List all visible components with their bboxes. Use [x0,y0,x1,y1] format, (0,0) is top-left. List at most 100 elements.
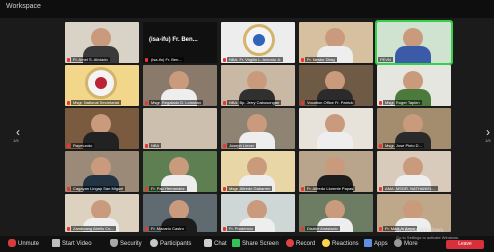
smiley-icon [322,239,330,248]
participant-name: Raymundo [71,143,95,148]
muted-mic-icon [145,227,148,231]
muted-mic-icon [67,144,70,148]
record-button[interactable]: Record [286,238,315,250]
chat-button[interactable]: Chat [204,238,227,250]
participant-name: NBA: Fr. Virgilio L. Antonio Jr. [227,57,284,62]
participant-avatar [247,157,267,177]
participant-avatar [325,71,345,91]
muted-mic-icon [379,101,382,105]
participant-avatar [91,200,111,220]
participant-tile-active-speaker[interactable]: PEVN [375,20,453,65]
participant-name: PEVN [378,57,393,62]
activate-windows-watermark: Activate Windows Go to Settings to activ… [396,228,459,240]
participant-tile[interactable]: Fr. Alfredo Llorente Papas [299,151,373,192]
muted-mic-icon [223,227,226,231]
participant-name: NBA [149,143,162,148]
participant-tile[interactable]: Zamboang Abello Co... [65,194,139,232]
participant-tile[interactable]: Msgr. Regalado D. Lomotan [143,65,217,106]
participant-avatar [403,71,423,91]
unmute-button[interactable]: Unmute [8,238,39,250]
participant-tile[interactable]: Joseph Limon [221,108,295,149]
muted-mic-icon [301,58,304,62]
apps-button[interactable]: Apps [364,238,388,250]
participant-tile[interactable]: Fr. Prudencio [221,194,295,232]
muted-mic-icon [379,187,382,191]
participant-tile[interactable]: Fr. Arnel S. Aliviado [65,22,139,63]
muted-mic-icon [301,227,304,231]
participant-tile[interactable]: Msgr. Roger Taplen [377,65,451,106]
watermark-title: Activate Windows [396,228,444,234]
participant-avatar [325,157,345,177]
participants-icon [150,239,158,248]
muted-mic-icon [67,227,70,231]
prev-page-number: 1/5 [13,138,19,143]
participant-tile[interactable]: NBA [143,108,217,149]
participant-name: Fr. Nestor Dilag [305,57,337,62]
participant-avatar [247,200,267,220]
participant-tile[interactable]: AMA: MSGR. NATHANIEL... [377,151,451,192]
participant-name: Fr. Macario Castro [149,226,186,231]
start-video-button[interactable]: Start Video [52,238,92,250]
shield-icon [110,239,118,248]
participant-avatar [325,200,345,220]
muted-mic-icon [67,58,70,62]
muted-mic-icon [8,239,16,248]
participant-name-display: (isa-ifu) Fr. Ben... [149,37,198,43]
participant-avatar [91,28,111,48]
participant-name: Msgr. Roger Taplen [383,100,422,105]
participant-avatar [325,28,345,48]
participant-name: AMA: MSGR. NATHANIEL... [383,186,438,191]
leave-meeting-button[interactable]: Leave [446,240,484,249]
participant-tile[interactable]: Fr. Nestor Dilag [299,22,373,63]
muted-mic-icon [223,58,226,62]
participant-tile[interactable]: Vocation Office Fr. Patrick [299,65,373,106]
share-screen-button[interactable]: Share Screen [232,238,279,250]
participant-tile[interactable]: Msgr. National Secretariat [65,65,139,106]
participant-tile[interactable]: Fr. Macario Castro [143,194,217,232]
muted-mic-icon [223,187,226,191]
participant-name: Zamboang Abello Co... [71,226,116,231]
participant-tile[interactable]: (isa-ifu) Fr. Ben... (isa-ifu) Fr. Ben..… [143,22,217,63]
more-dots-icon [394,239,402,248]
participant-tile[interactable]: Raymundo [65,108,139,149]
participant-tile[interactable]: District Anastacio [299,194,373,232]
participant-tile[interactable]: Msgr. Alfredo Gabarren [221,151,295,192]
share-screen-icon [232,239,240,248]
participant-tile[interactable]: NBA: Bp. Jerry Cabusongan [221,65,295,106]
participant-name: Fr. Pau Hernandez [149,186,187,191]
participant-name: Msgr. National Secretariat [71,100,122,105]
participant-tile[interactable]: Msgr. Jose Pinto D... [377,108,451,149]
participant-avatar [325,114,345,134]
participants-button[interactable]: Participants [150,238,191,250]
muted-mic-icon [145,101,148,105]
reactions-button[interactable]: Reactions [322,238,359,250]
participant-name: Msgr. Jose Pinto D... [383,143,424,148]
logo-seal-icon [85,67,117,99]
participant-avatar [169,157,189,177]
muted-mic-icon [379,227,382,231]
next-page-number: 1/5 [485,138,491,143]
participant-avatar [403,114,423,134]
video-camera-icon [52,239,60,248]
participant-avatar [403,157,423,177]
video-gallery: Fr. Arnel S. Aliviado (isa-ifu) Fr. Ben.… [65,20,453,232]
muted-mic-icon [145,58,148,62]
participant-tile[interactable]: Fr. Pau Hernandez [143,151,217,192]
muted-mic-icon [223,101,226,105]
muted-mic-icon [379,144,382,148]
participant-tile[interactable]: Fr. Mark A. Amor [377,194,451,232]
participant-avatar [247,71,267,91]
participant-tile[interactable] [299,108,373,149]
participant-name: NBA: Bp. Jerry Cabusongan [227,100,282,105]
window-title: Workspace [6,3,41,10]
participant-avatar [91,157,111,177]
security-button[interactable]: Security [110,238,142,250]
record-icon [286,239,294,248]
participant-tile[interactable]: Cagayan Lingap San Miguel [65,151,139,192]
participant-tile[interactable]: NBA: Fr. Virgilio L. Antonio Jr. [221,22,295,63]
participant-name: Joseph Limon [227,143,256,148]
participant-name: District Anastacio [305,226,340,231]
muted-mic-icon [145,187,148,191]
participant-avatar [403,28,423,48]
window-titlebar: Workspace [0,0,494,18]
